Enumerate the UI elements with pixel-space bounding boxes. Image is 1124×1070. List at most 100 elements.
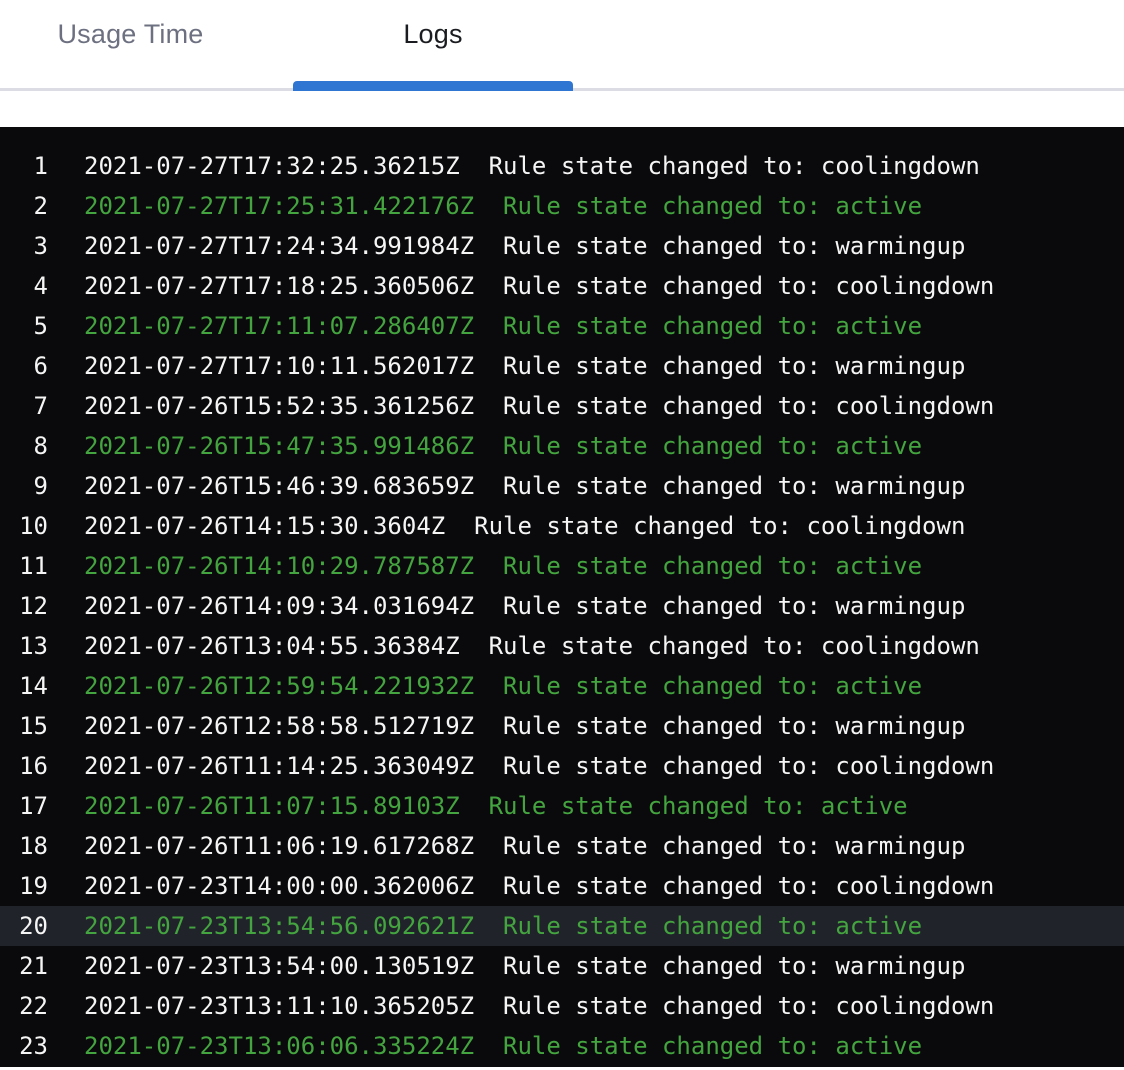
log-row[interactable]: 8 2021-07-26T15:47:35.991486Z Rule state … (0, 426, 1124, 466)
log-row[interactable]: 7 2021-07-26T15:52:35.361256Z Rule state … (0, 386, 1124, 426)
log-text: Rule state changed to: active (503, 312, 922, 340)
line-number: 23 (0, 1026, 48, 1066)
log-row[interactable]: 2 2021-07-27T17:25:31.422176ZRule state … (0, 186, 1124, 226)
log-row[interactable]: 5 2021-07-27T17:11:07.286407Z Rule state … (0, 306, 1124, 346)
line-number: 13 (0, 626, 48, 666)
log-text: Rule state changed to: active (503, 1032, 922, 1060)
line-number: 1 (0, 146, 48, 186)
log-row[interactable]: 12 2021-07-26T14:09:34.031694ZRule state… (0, 586, 1124, 626)
log-timestamp: 2021-07-23T13:11:10.365205Z (84, 992, 474, 1020)
log-message: 2021-07-26T15:47:35.991486Z Rule state ch… (84, 426, 922, 466)
log-text: Rule state changed to: coolingdown (489, 152, 980, 180)
line-number: 5 (0, 306, 48, 346)
log-message: 2021-07-26T12:58:58.512719ZRule state ch… (84, 706, 965, 746)
log-text: Rule state changed to: coolingdown (503, 272, 994, 300)
line-number: 18 (0, 826, 48, 866)
log-row[interactable]: 14 2021-07-26T12:59:54.221932ZRule state… (0, 666, 1124, 706)
tab-logs[interactable]: Logs (293, 0, 573, 88)
log-text: Rule state changed to: warmingup (503, 232, 965, 260)
log-row[interactable]: 6 2021-07-27T17:10:11.562017ZRule state … (0, 346, 1124, 386)
log-message: 2021-07-26T13:04:55.36384Z Rule state cha… (84, 626, 980, 666)
log-text: Rule state changed to: active (503, 552, 922, 580)
log-row[interactable]: 13 2021-07-26T13:04:55.36384Z Rule state … (0, 626, 1124, 666)
log-row[interactable]: 19 2021-07-23T14:00:00.362006ZRule state… (0, 866, 1124, 906)
log-timestamp: 2021-07-27T17:32:25.36215Z (84, 152, 460, 180)
tab-usage-time-label: Usage Time (57, 19, 203, 50)
log-message: 2021-07-27T17:18:25.360506Z Rule state ch… (84, 266, 994, 306)
log-timestamp: 2021-07-23T13:54:56.092621Z (84, 912, 474, 940)
log-timestamp: 2021-07-26T14:10:29.787587Z (84, 552, 474, 580)
log-text: Rule state changed to: warmingup (503, 832, 965, 860)
log-timestamp: 2021-07-27T17:18:25.360506Z (84, 272, 474, 300)
tab-content-gap (0, 91, 1124, 127)
log-text: Rule state changed to: coolingdown (474, 512, 965, 540)
log-text: Rule state changed to: coolingdown (503, 752, 994, 780)
log-row[interactable]: 15 2021-07-26T12:58:58.512719ZRule state… (0, 706, 1124, 746)
tab-logs-label: Logs (403, 19, 462, 50)
line-number: 2 (0, 186, 48, 226)
log-text: Rule state changed to: warmingup (503, 592, 965, 620)
log-text: Rule state changed to: coolingdown (503, 392, 994, 420)
log-row[interactable]: 16 2021-07-26T11:14:25.363049ZRule state… (0, 746, 1124, 786)
tab-usage-time[interactable]: Usage Time (0, 0, 261, 88)
log-text: Rule state changed to: coolingdown (503, 992, 994, 1020)
tab-bar: Usage Time Logs (0, 0, 1124, 91)
log-row[interactable]: 11 2021-07-26T14:10:29.787587Z Rule state… (0, 546, 1124, 586)
log-row[interactable]: 3 2021-07-27T17:24:34.991984Z Rule state … (0, 226, 1124, 266)
line-number: 16 (0, 746, 48, 786)
log-message: 2021-07-27T17:25:31.422176ZRule state ch… (84, 186, 922, 226)
log-timestamp: 2021-07-26T14:15:30.3604Z (84, 512, 445, 540)
log-text: Rule state changed to: active (489, 792, 908, 820)
log-rows-container: 1 2021-07-27T17:32:25.36215Z Rule state c… (0, 146, 1124, 1066)
log-timestamp: 2021-07-23T13:06:06.335224Z (84, 1032, 474, 1060)
log-row[interactable]: 10 2021-07-26T14:15:30.3604ZRule state c… (0, 506, 1124, 546)
log-timestamp: 2021-07-26T15:46:39.683659Z (84, 472, 474, 500)
log-timestamp: 2021-07-26T13:04:55.36384Z (84, 632, 460, 660)
log-timestamp: 2021-07-26T11:07:15.89103Z (84, 792, 460, 820)
log-text: Rule state changed to: warmingup (503, 712, 965, 740)
log-timestamp: 2021-07-27T17:10:11.562017Z (84, 352, 474, 380)
log-timestamp: 2021-07-26T11:06:19.617268Z (84, 832, 474, 860)
log-row[interactable]: 23 2021-07-23T13:06:06.335224Z Rule state… (0, 1026, 1124, 1066)
log-message: 2021-07-27T17:11:07.286407Z Rule state ch… (84, 306, 922, 346)
line-number: 9 (0, 466, 48, 506)
log-message: 2021-07-26T12:59:54.221932ZRule state ch… (84, 666, 922, 706)
line-number: 20 (0, 906, 48, 946)
log-row[interactable]: 17 2021-07-26T11:07:15.89103ZRule state … (0, 786, 1124, 826)
log-row[interactable]: 18 2021-07-26T11:06:19.617268Z Rule state… (0, 826, 1124, 866)
log-timestamp: 2021-07-26T15:47:35.991486Z (84, 432, 474, 460)
log-text: Rule state changed to: warmingup (503, 952, 965, 980)
line-number: 4 (0, 266, 48, 306)
line-number: 8 (0, 426, 48, 466)
log-message: 2021-07-23T14:00:00.362006Z Rule state ch… (84, 866, 994, 906)
line-number: 6 (0, 346, 48, 386)
log-panel: 1 2021-07-27T17:32:25.36215Z Rule state c… (0, 127, 1124, 1067)
log-message: 2021-07-26T14:15:30.3604Z Rule state chan… (84, 506, 965, 546)
log-text: Rule state changed to: active (503, 912, 922, 940)
log-row[interactable]: 22 2021-07-23T13:11:10.365205ZRule state… (0, 986, 1124, 1026)
log-row[interactable]: 9 2021-07-26T15:46:39.683659Z Rule state … (0, 466, 1124, 506)
log-message: 2021-07-26T14:09:34.031694Z Rule state ch… (84, 586, 965, 626)
log-timestamp: 2021-07-26T12:59:54.221932Z (84, 672, 474, 700)
log-row[interactable]: 21 2021-07-23T13:54:00.130519ZRule state… (0, 946, 1124, 986)
log-timestamp: 2021-07-27T17:24:34.991984Z (84, 232, 474, 260)
line-number: 11 (0, 546, 48, 586)
log-message: 2021-07-27T17:24:34.991984Z Rule state ch… (84, 226, 965, 266)
log-row[interactable]: 4 2021-07-27T17:18:25.360506Z Rule state … (0, 266, 1124, 306)
log-row[interactable]: 1 2021-07-27T17:32:25.36215Z Rule state c… (0, 146, 1124, 186)
log-timestamp: 2021-07-26T15:52:35.361256Z (84, 392, 474, 420)
log-text: Rule state changed to: active (503, 432, 922, 460)
log-message: 2021-07-23T13:11:10.365205Z Rule state ch… (84, 986, 994, 1026)
log-message: 2021-07-26T11:07:15.89103Z Rule state cha… (84, 786, 908, 826)
log-row[interactable]: 20 2021-07-23T13:54:56.092621Z Rule state… (0, 906, 1124, 946)
log-text: Rule state changed to: coolingdown (489, 632, 980, 660)
line-number: 3 (0, 226, 48, 266)
line-number: 21 (0, 946, 48, 986)
log-timestamp: 2021-07-26T14:09:34.031694Z (84, 592, 474, 620)
log-timestamp: 2021-07-23T14:00:00.362006Z (84, 872, 474, 900)
log-timestamp: 2021-07-27T17:11:07.286407Z (84, 312, 474, 340)
log-text: Rule state changed to: warmingup (503, 472, 965, 500)
line-number: 7 (0, 386, 48, 426)
line-number: 14 (0, 666, 48, 706)
log-text: Rule state changed to: coolingdown (503, 872, 994, 900)
